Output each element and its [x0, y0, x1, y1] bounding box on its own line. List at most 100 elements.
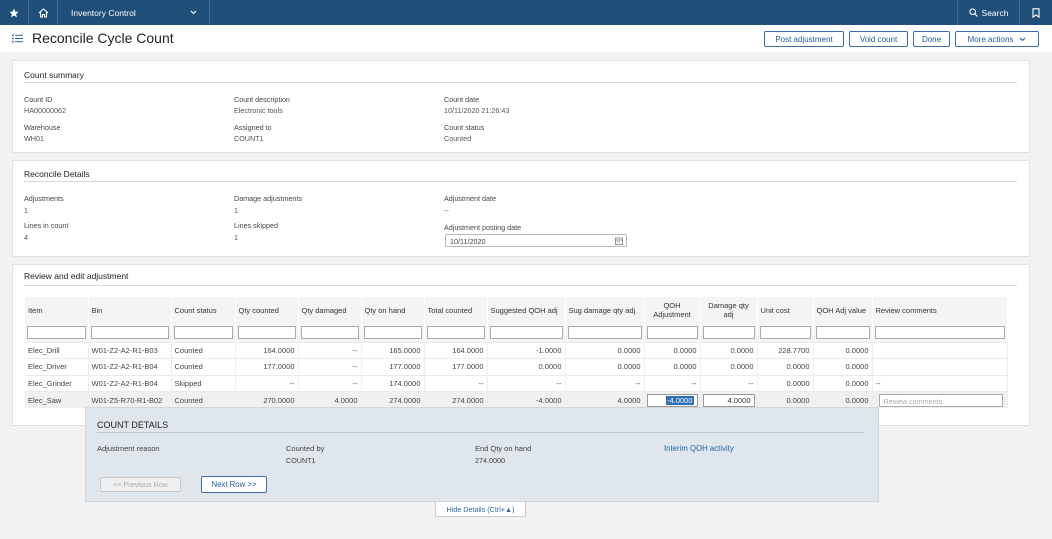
filter-unit-cost-input[interactable]: [759, 325, 811, 339]
col-review-comments[interactable]: Review comments: [872, 297, 1008, 323]
table-row[interactable]: Elec_Drill W01-Z2-A2-R1-B03 Counted 164.…: [25, 341, 1008, 359]
cell-qoh-value: 0.0000: [813, 358, 873, 375]
filter-status-input[interactable]: [173, 325, 233, 339]
favorites-button[interactable]: [0, 0, 29, 25]
col-qty-counted[interactable]: Qty counted: [235, 297, 299, 323]
damage-adjustments-label: Damage adjustments: [234, 194, 302, 203]
review-comments-input[interactable]: Review comments: [878, 393, 1003, 407]
col-qty-on-hand[interactable]: Qty on hand: [361, 297, 425, 323]
interim-qoh-activity-link[interactable]: Interim QOH activity: [664, 444, 734, 453]
search-icon: [968, 8, 978, 17]
posting-date-value: 10/11/2020: [450, 237, 486, 246]
col-damage-qty-adj[interactable]: Damage qty adj: [700, 297, 758, 323]
qoh-adjustment-input[interactable]: -4.0000: [646, 393, 698, 407]
adjustment-posting-date-label: Adjustment posting date: [444, 223, 522, 232]
more-actions-button[interactable]: More actions: [955, 31, 1039, 47]
cell-suggested-qoh: 0.0000: [487, 358, 566, 375]
damage-qty-adj-input[interactable]: 4.0000: [702, 393, 755, 407]
app-switcher[interactable]: Inventory Control: [58, 0, 210, 25]
star-icon: [9, 8, 19, 17]
void-count-button[interactable]: Void count: [849, 31, 908, 47]
hide-details-button[interactable]: Hide Details (Ctrl+▲): [435, 502, 526, 517]
action-bar: Post adjustment Void count Done More act…: [764, 31, 1039, 47]
filter-comments-input[interactable]: [874, 325, 1005, 339]
count-date-value: 10/11/2020 21:26:43: [444, 106, 510, 115]
col-total-counted[interactable]: Total counted: [424, 297, 488, 323]
count-summary-title: Count summary: [24, 70, 84, 80]
filter-qty-damaged-input[interactable]: [300, 325, 359, 339]
filter-damage-adj-input[interactable]: [702, 325, 755, 339]
home-button[interactable]: [29, 0, 58, 25]
cell-qoh-adjustment[interactable]: 0.0000: [644, 341, 701, 359]
review-adjustment-title: Review and edit adjustment: [24, 271, 129, 281]
filter-bin-input[interactable]: [90, 325, 169, 339]
table-row-selected[interactable]: Elec_Saw W01-Z5-R70-R1-B02 Counted 270.0…: [25, 391, 1008, 408]
cell-unit-cost: 228.7700: [757, 341, 814, 359]
table-row[interactable]: Elec_Driver W01-Z2-A2-R1-B04 Counted 177…: [25, 358, 1008, 375]
done-button[interactable]: Done: [913, 31, 950, 47]
filter-qty-on-hand-input[interactable]: [363, 325, 422, 339]
filter-qty-counted-input[interactable]: [237, 325, 296, 339]
divider: [97, 432, 864, 433]
col-item[interactable]: Item: [25, 297, 89, 323]
previous-row-button[interactable]: << Previous Row: [100, 477, 181, 492]
count-id-label: Count ID: [24, 95, 53, 104]
cell-unit-cost: 0.0000: [757, 374, 814, 392]
divider: [24, 181, 1017, 182]
col-unit-cost[interactable]: Unit cost: [757, 297, 814, 323]
search-button[interactable]: Search: [957, 0, 1019, 25]
col-bin[interactable]: Bin: [88, 297, 172, 323]
filter-suggested-qoh-input[interactable]: [489, 325, 563, 339]
reconcile-details-title: Reconcile Details: [24, 169, 90, 179]
cell-damage-adj: --: [700, 374, 758, 392]
cell-unit-cost: 0.0000: [757, 358, 814, 375]
filter-sug-damage-input[interactable]: [567, 325, 642, 339]
col-suggested-qoh-adj[interactable]: Suggested QOH adj: [487, 297, 566, 323]
adjustments-value: 1: [24, 206, 28, 215]
col-qty-damaged[interactable]: Qty damaged: [298, 297, 362, 323]
assigned-to-value: COUNT1: [234, 134, 264, 143]
list-menu-icon[interactable]: [12, 34, 23, 43]
calendar-icon[interactable]: [615, 237, 623, 245]
next-row-button[interactable]: Next Row >>: [201, 476, 267, 493]
filter-qoh-adjustment-input[interactable]: [646, 325, 698, 339]
filter-total-counted-input[interactable]: [426, 325, 485, 339]
cell-total-counted: 177.0000: [424, 358, 488, 375]
filter-item-input[interactable]: [27, 325, 86, 339]
cell-comments[interactable]: [872, 358, 1008, 375]
count-status-value: Counted: [444, 134, 472, 143]
filter-qoh-value-input[interactable]: [815, 325, 870, 339]
reconcile-details-card: Reconcile Details Adjustments 1 Damage a…: [12, 160, 1030, 257]
adjustment-posting-date-input[interactable]: 10/11/2020: [445, 234, 627, 247]
cell-comments[interactable]: --: [872, 374, 1008, 392]
adjustments-label: Adjustments: [24, 194, 64, 203]
count-details-panel: COUNT DETAILS Adjustment reason Counted …: [85, 407, 879, 502]
col-count-status[interactable]: Count status: [171, 297, 236, 323]
count-description-label: Count description: [234, 95, 290, 104]
bookmark-button[interactable]: [1019, 0, 1052, 25]
adjustment-reason-label: Adjustment reason: [97, 444, 160, 453]
adjustment-date-value: --: [444, 206, 449, 215]
cell-qty-on-hand: 165.0000: [361, 341, 425, 359]
col-qoh-adjustment[interactable]: QOH Adjustment: [644, 297, 701, 323]
post-adjustment-button[interactable]: Post adjustment: [764, 31, 844, 47]
cell-damage-adj[interactable]: 0.0000: [700, 358, 758, 375]
cell-suggested-qoh: -1.0000: [487, 341, 566, 359]
cell-qoh-value: 0.0000: [813, 341, 873, 359]
cell-qoh-adjustment[interactable]: 0.0000: [644, 358, 701, 375]
col-qoh-adj-value[interactable]: QOH Adj value: [813, 297, 873, 323]
cell-total-counted: 274.0000: [424, 391, 488, 408]
chevron-down-icon: [1020, 37, 1026, 41]
cell-bin: W01-Z5-R70-R1-B02: [88, 391, 172, 408]
home-icon: [38, 7, 48, 18]
cell-damage-adj[interactable]: 0.0000: [700, 341, 758, 359]
divider: [24, 285, 1017, 286]
cell-qty-damaged: 4.0000: [298, 391, 362, 408]
assigned-to-label: Assigned to: [234, 123, 272, 132]
count-status-label: Count status: [444, 123, 485, 132]
cell-comments[interactable]: [872, 341, 1008, 359]
cell-sug-damage: 4.0000: [565, 391, 645, 408]
table-row[interactable]: Elec_Grinder W01-Z2-A2-R1-B04 Skipped --…: [25, 374, 1008, 392]
cell-sug-damage: 0.0000: [565, 358, 645, 375]
col-sug-damage-qty-adj[interactable]: Sug damage qty adj: [565, 297, 645, 323]
